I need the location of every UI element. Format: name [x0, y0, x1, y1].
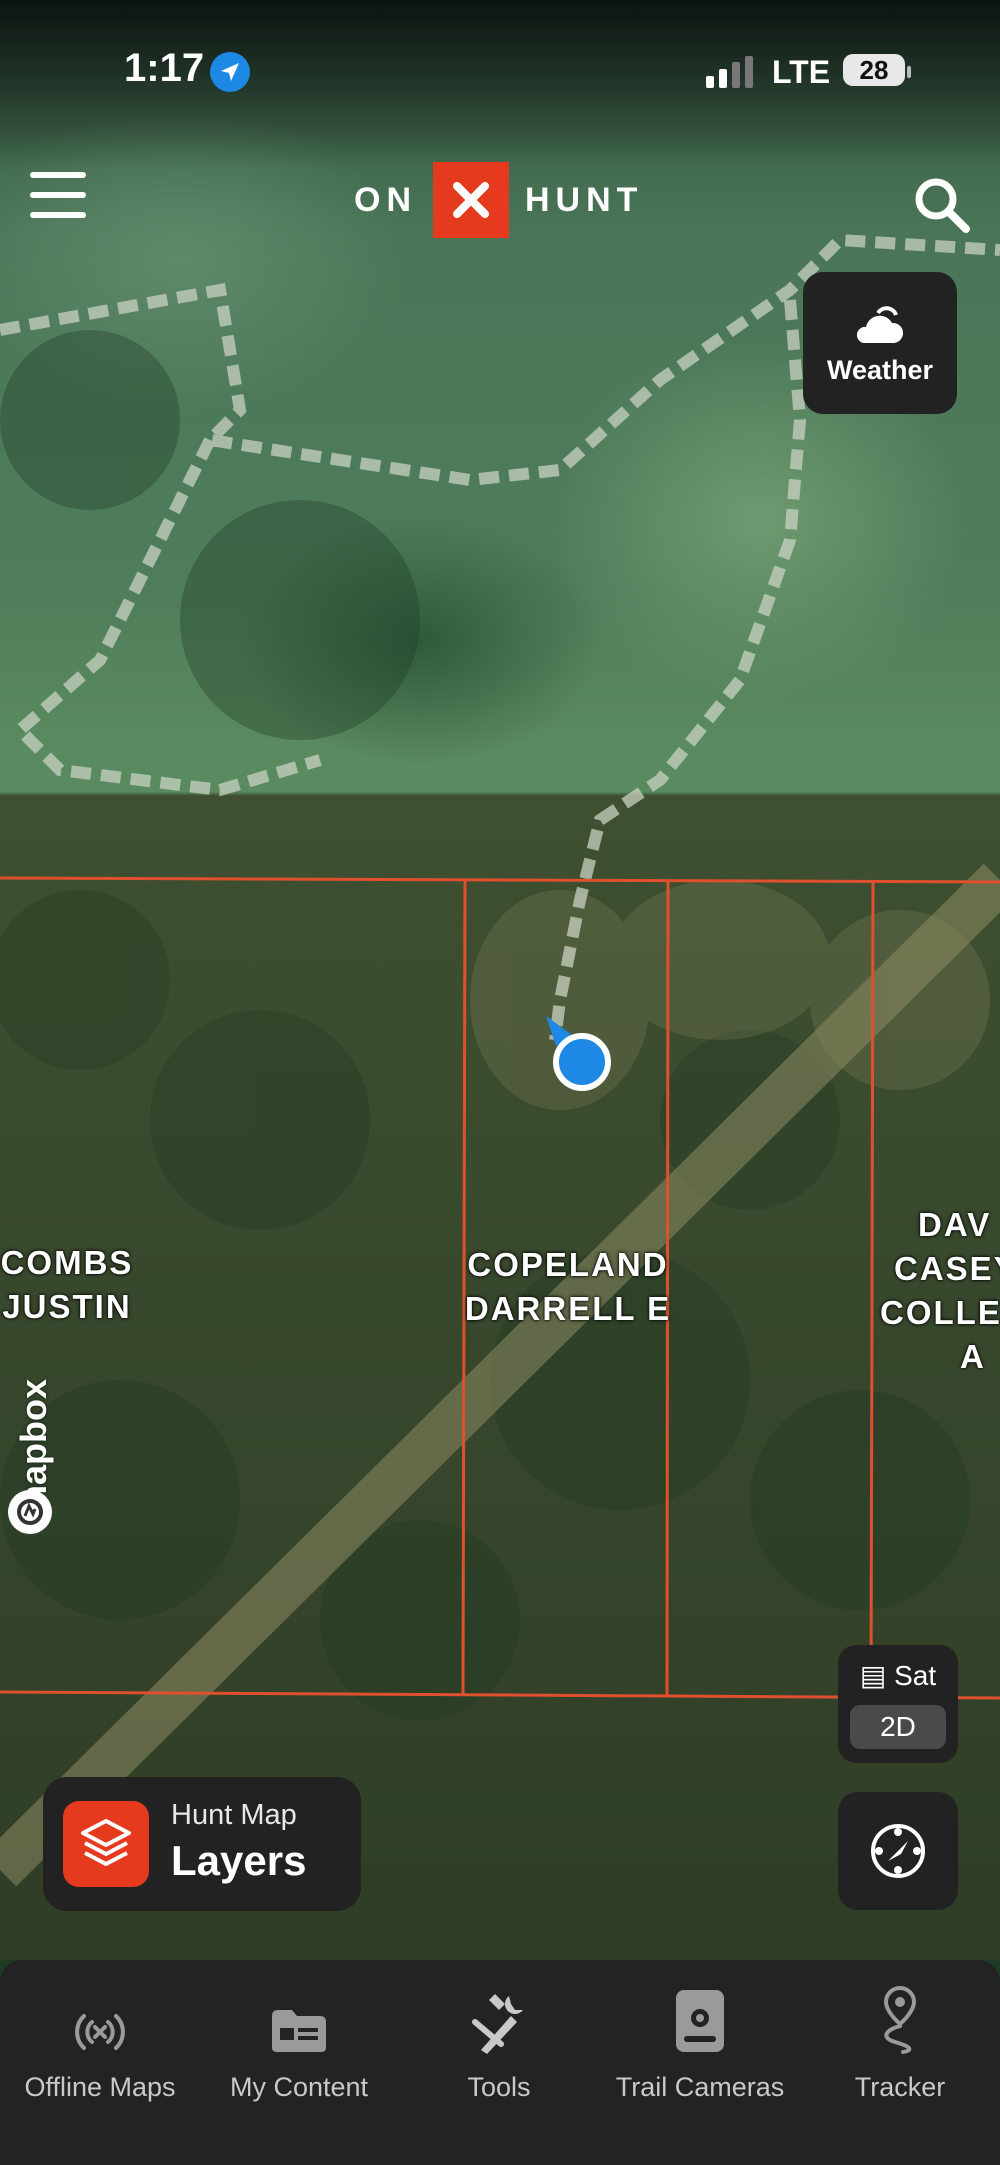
recenter-button[interactable]	[838, 1792, 958, 1910]
tab-label: My Content	[229, 2072, 369, 2102]
weather-label: Weather	[826, 354, 934, 385]
basemap-selector[interactable]: ▤ Sat	[838, 1659, 958, 1692]
folder-card-icon	[272, 2010, 326, 2052]
map-icon: ▤	[859, 1660, 887, 1691]
tab-label: Tools	[467, 2072, 531, 2102]
hamburger-icon-bar	[30, 192, 86, 198]
hamburger-icon-bar	[30, 172, 86, 178]
location-dot	[553, 1033, 611, 1091]
layers-subtitle: Hunt Map	[171, 1799, 297, 1831]
tab-trail-cameras[interactable]: Trail Cameras	[600, 1974, 800, 2134]
weather-button[interactable]: Weather	[803, 272, 957, 414]
status-time: 1:17	[124, 46, 205, 90]
basemap-toggle[interactable]: ▤ Sat 2D	[838, 1645, 958, 1763]
tab-offline-maps[interactable]: Offline Maps	[0, 1974, 200, 2134]
tab-tracker[interactable]: Tracker	[800, 1974, 1000, 2134]
tab-label: Offline Maps	[24, 2072, 176, 2102]
offline-signal-icon	[75, 2014, 125, 2050]
hamburger-icon-bar	[30, 212, 86, 218]
logo-word-hunt: HUNT	[525, 180, 644, 219]
tracker-pin-icon	[883, 1986, 917, 2054]
battery-cap	[907, 66, 911, 78]
tab-label: Trail Cameras	[615, 2072, 785, 2102]
tools-icon	[472, 1994, 523, 2054]
location-services-icon	[210, 52, 250, 92]
tab-tools[interactable]: Tools	[399, 1974, 599, 2134]
layers-icon	[63, 1801, 149, 1887]
mapbox-logo-icon	[8, 1490, 52, 1534]
layers-title: Layers	[171, 1837, 307, 1884]
layers-button[interactable]: Hunt Map Layers	[43, 1777, 361, 1911]
logo-word-on: ON	[354, 180, 417, 219]
view-mode-toggle[interactable]: 2D	[850, 1705, 946, 1749]
search-icon	[915, 178, 970, 233]
parcel-label-dav: DAV CASEY COLLE A	[880, 1206, 1000, 1375]
basemap-label: Sat	[894, 1660, 937, 1691]
battery-level: 28	[859, 54, 889, 85]
battery-icon: 28	[843, 54, 905, 86]
cell-signal-icon	[706, 56, 756, 92]
tab-label: Tracker	[854, 2072, 946, 2102]
bottom-tab-bar: Offline Maps My Content Tools Trail Came…	[0, 1960, 1000, 2165]
trail-camera-icon	[676, 1990, 724, 2052]
locate-compass-icon	[871, 1824, 925, 1878]
network-type: LTE	[772, 54, 831, 90]
search-button[interactable]	[912, 175, 972, 239]
tab-my-content[interactable]: My Content	[199, 1974, 399, 2134]
onx-hunt-logo: ON HUNT	[354, 162, 643, 238]
mapbox-attribution[interactable]: mapbox	[4, 1290, 60, 1534]
parcel-label-copeland: COPELAND DARRELL E	[464, 1246, 672, 1327]
mapbox-wordmark: mapbox	[13, 1378, 54, 1517]
logo-x-icon	[433, 162, 509, 238]
status-bar: 1:17 LTE 28	[0, 46, 1000, 96]
menu-button[interactable]	[30, 172, 86, 222]
cloud-sun-icon	[856, 305, 904, 343]
